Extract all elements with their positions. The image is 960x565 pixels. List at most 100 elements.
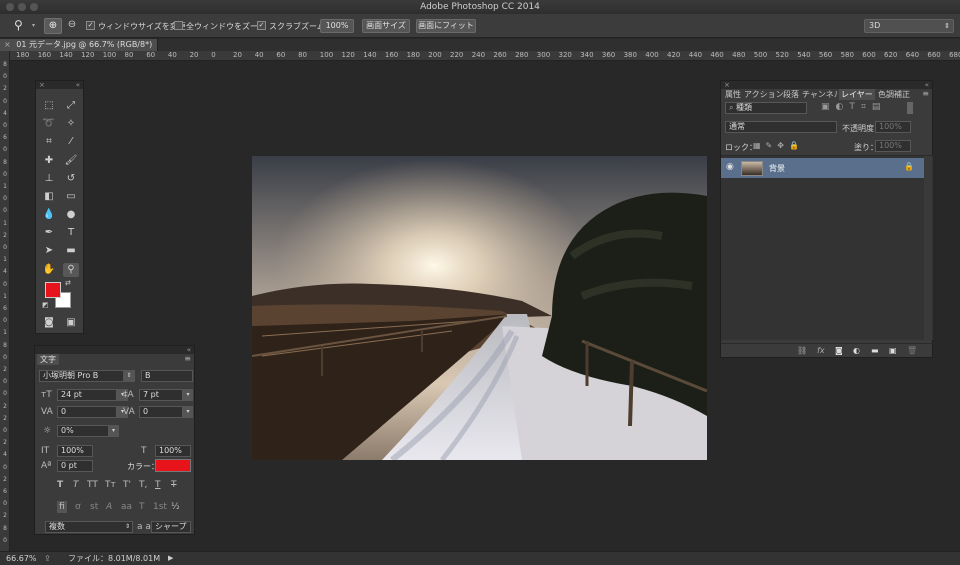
all-caps-button[interactable]: TT: [87, 479, 98, 491]
zoom-level[interactable]: 66.67%: [6, 552, 37, 565]
zoom-tool-icon[interactable]: ⚲: [63, 263, 79, 277]
type-tool-icon[interactable]: T: [63, 226, 79, 240]
ordinals-button[interactable]: 1st: [153, 501, 167, 513]
status-menu-arrow-icon[interactable]: ▶: [168, 552, 173, 565]
adjustment-icon[interactable]: ◐: [853, 346, 860, 355]
eraser-icon[interactable]: ◧: [41, 190, 57, 204]
marquee-tool-icon[interactable]: ⬚: [41, 99, 57, 113]
magic-wand-icon[interactable]: ✧: [63, 117, 79, 131]
titling-alternates-button[interactable]: T: [139, 501, 145, 513]
chevron-down-icon[interactable]: ▾: [108, 425, 119, 437]
collapse-panel-icon[interactable]: «: [187, 346, 191, 354]
tools-panel-header[interactable]: × «: [36, 81, 83, 89]
fit-screen-button[interactable]: 画面にフィット: [416, 19, 476, 33]
tab-layers[interactable]: レイヤー: [839, 89, 875, 100]
superscript-button[interactable]: T': [123, 479, 131, 491]
zoom-window-button[interactable]: [30, 3, 38, 11]
close-window-button[interactable]: [6, 3, 14, 11]
zoom-all-checkbox[interactable]: [174, 21, 183, 30]
default-colors-icon[interactable]: ◩: [42, 301, 49, 309]
ligatures-button[interactable]: fi: [57, 501, 67, 513]
zoom-out-icon[interactable]: ⊖: [64, 18, 80, 34]
resize-windows-checkbox[interactable]: ✓: [86, 21, 95, 30]
zoom-100-button[interactable]: 100%: [320, 19, 354, 33]
swash-button[interactable]: A: [106, 501, 112, 513]
gradient-tool-icon[interactable]: ▭: [63, 190, 79, 204]
kerning-field[interactable]: 0: [57, 406, 117, 418]
layer-name[interactable]: 背景: [769, 163, 785, 174]
fill-field[interactable]: 100%: [875, 140, 911, 152]
underline-button[interactable]: T: [155, 479, 161, 491]
tab-properties[interactable]: 属性: [725, 89, 741, 100]
quick-mask-icon[interactable]: ◙: [41, 316, 57, 330]
tab-adjustments[interactable]: 色調補正: [878, 89, 910, 100]
stylistic-alternates-button[interactable]: aa: [121, 501, 132, 513]
lock-icons[interactable]: ▦✎✥🔒: [753, 141, 804, 150]
leading-field[interactable]: 7 pt: [139, 389, 183, 401]
font-style-select[interactable]: B: [141, 370, 193, 382]
close-panel-icon[interactable]: ×: [724, 81, 730, 89]
tab-channels[interactable]: チャンネル: [802, 89, 838, 100]
close-tab-icon[interactable]: ×: [4, 40, 11, 49]
layer-filter-select[interactable]: ⌕ 種類: [725, 102, 807, 114]
font-size-field[interactable]: 24 pt: [57, 389, 117, 401]
strikethrough-button[interactable]: T: [171, 479, 177, 491]
chevron-down-icon[interactable]: ▾: [32, 22, 35, 29]
crop-tool-icon[interactable]: ⌗: [41, 135, 57, 149]
trash-icon[interactable]: 🗑: [907, 346, 917, 355]
fx-icon[interactable]: fx: [817, 346, 825, 355]
chevron-down-icon[interactable]: ▾: [183, 406, 193, 418]
layer-row[interactable]: ◉ 背景 🔒: [721, 158, 924, 178]
character-panel-header[interactable]: «: [35, 346, 194, 354]
collapse-panel-icon[interactable]: «: [925, 81, 929, 89]
fractions-button[interactable]: ½: [171, 501, 180, 513]
small-caps-button[interactable]: Tт: [105, 479, 116, 491]
tracking-field[interactable]: 0: [139, 406, 183, 418]
tab-character[interactable]: 文字: [37, 354, 59, 365]
new-layer-icon[interactable]: ▣: [889, 346, 897, 355]
screen-size-button[interactable]: 画面サイズ: [362, 19, 410, 33]
tab-paragraph[interactable]: 段落: [783, 89, 799, 100]
mask-icon[interactable]: ◙: [835, 346, 843, 355]
subscript-button[interactable]: T,: [139, 479, 147, 491]
close-panel-icon[interactable]: ×: [39, 81, 45, 89]
zoom-tool-preset-icon[interactable]: ⚲: [14, 18, 23, 32]
panel-menu-icon[interactable]: ≡: [184, 354, 191, 363]
foreground-color-swatch[interactable]: [45, 282, 61, 298]
vertical-ruler[interactable]: 8 0 2 0 4 0 6 0 8 0 1 0 0 1 2 0 1 4 0 1 6 0 1 8 0 2 0 0 2 2 0 2 4 0 2 6 0 2 8 0: [0, 51, 10, 551]
faux-bold-button[interactable]: T: [57, 479, 63, 491]
hand-tool-icon[interactable]: ✋: [41, 263, 57, 277]
antialias-select[interactable]: シャープ: [151, 521, 191, 533]
baseline-shift-field[interactable]: 0 pt: [57, 460, 93, 472]
blend-mode-select[interactable]: 通常: [725, 121, 837, 133]
move-tool-icon[interactable]: ⤢: [63, 99, 79, 113]
dodge-tool-icon[interactable]: ●: [63, 208, 79, 222]
screen-mode-icon[interactable]: ▣: [63, 316, 79, 330]
healing-brush-icon[interactable]: ✚: [41, 154, 57, 168]
document-tab[interactable]: × 01 元データ.jpg @ 66.7% (RGB/8*): [0, 39, 158, 51]
eyedropper-icon[interactable]: ⁄: [63, 135, 79, 149]
export-icon[interactable]: ⇪: [44, 552, 51, 565]
font-family-select[interactable]: 小塚明朝 Pro B: [39, 370, 135, 382]
filter-icons[interactable]: ▣◐T⌗▤: [821, 102, 886, 112]
shape-tool-icon[interactable]: ▬: [63, 244, 79, 258]
blur-tool-icon[interactable]: 💧: [41, 208, 57, 222]
contextual-alternates-button[interactable]: st: [90, 501, 98, 513]
workspace-select[interactable]: 3D ⇕: [864, 19, 954, 33]
chevron-down-icon[interactable]: ▾: [183, 389, 193, 401]
clone-stamp-icon[interactable]: ⊥: [41, 172, 57, 186]
chevron-updown-icon[interactable]: ⇕: [123, 370, 135, 382]
text-color-swatch[interactable]: [155, 459, 191, 472]
path-selection-icon[interactable]: ➤: [41, 244, 57, 258]
zoom-in-icon[interactable]: ⊕: [44, 18, 62, 34]
eye-icon[interactable]: ◉: [726, 162, 734, 172]
layers-panel-header[interactable]: × «: [721, 81, 932, 89]
filter-toggle[interactable]: [907, 102, 913, 114]
pen-tool-icon[interactable]: ✒: [41, 226, 57, 240]
brush-tool-icon[interactable]: 🖌: [63, 154, 79, 168]
discretionary-ligatures-button[interactable]: ơ: [75, 501, 81, 513]
opacity-field[interactable]: 100%: [875, 121, 911, 133]
collapse-panel-icon[interactable]: «: [76, 81, 80, 89]
scrubby-zoom-checkbox[interactable]: ✓: [257, 21, 266, 30]
folder-icon[interactable]: ▬: [871, 346, 879, 355]
